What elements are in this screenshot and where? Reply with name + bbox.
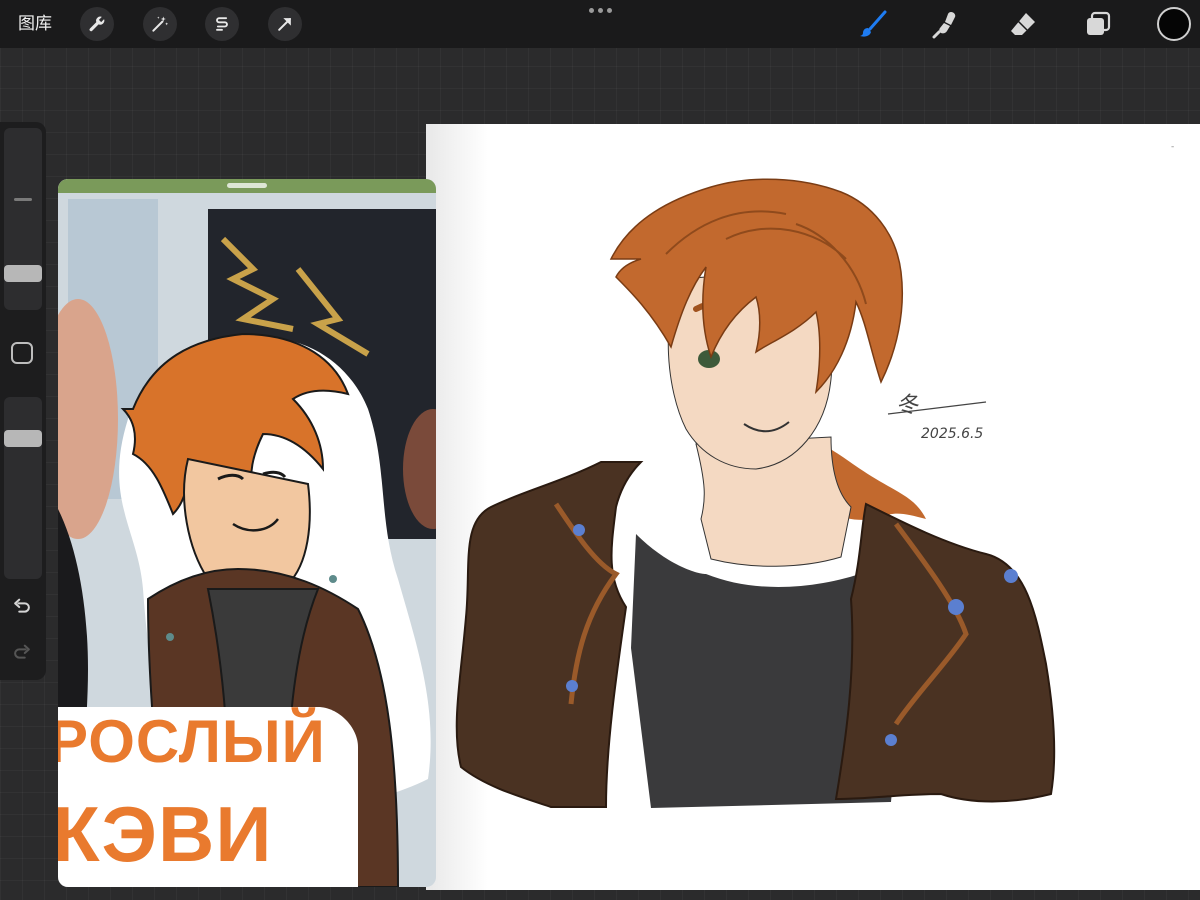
top-toolbar: 图库 xyxy=(0,0,1200,48)
undo-icon xyxy=(14,598,30,613)
brush-tool[interactable] xyxy=(855,6,891,42)
jacket-button xyxy=(1004,569,1018,583)
adjustments-button[interactable] xyxy=(143,7,177,41)
reference-image xyxy=(58,179,436,887)
reference-caption-line2: КЭВИ xyxy=(58,790,273,878)
brush-size-thumb[interactable] xyxy=(4,265,42,282)
selection-icon xyxy=(216,17,228,31)
left-sidebar xyxy=(0,122,46,680)
redo-icon xyxy=(14,644,30,659)
jacket-button xyxy=(573,524,585,536)
layers-tool[interactable] xyxy=(1080,6,1116,42)
magic-wand-icon xyxy=(152,16,169,32)
modify-button[interactable] xyxy=(11,342,33,364)
jacket-button xyxy=(566,680,578,692)
smudge-tool[interactable] xyxy=(928,6,964,42)
signature-text: 冬 xyxy=(896,393,919,418)
jacket-button xyxy=(885,734,897,746)
signature-date: 2025.6.5 xyxy=(921,426,983,442)
layers-icon xyxy=(1087,11,1111,35)
reference-drag-handle[interactable] xyxy=(227,183,267,188)
transform-button[interactable] xyxy=(268,7,302,41)
gallery-button[interactable]: 图库 xyxy=(18,12,52,36)
brush-size-slider[interactable] xyxy=(4,128,42,310)
actions-button[interactable] xyxy=(80,7,114,41)
smudge-icon xyxy=(932,12,956,39)
color-picker-swatch[interactable] xyxy=(1157,7,1191,41)
jacket-button xyxy=(948,599,964,615)
eraser-icon xyxy=(1011,13,1035,35)
drawing-canvas[interactable]: 冬 2025.6.5 - xyxy=(426,124,1200,890)
brush-icon xyxy=(860,10,887,37)
wrench-icon xyxy=(89,16,105,32)
canvas-artwork: 冬 2025.6.5 - xyxy=(426,124,1200,890)
canvas-stray-mark: - xyxy=(1171,142,1174,152)
redo-button[interactable] xyxy=(9,640,35,666)
opacity-slider[interactable] xyxy=(4,397,42,579)
transform-arrow-icon xyxy=(278,18,291,31)
reference-caption-line1: РОСЛЫЙ xyxy=(58,708,326,775)
eraser-tool[interactable] xyxy=(1005,6,1041,42)
size-marker xyxy=(14,198,32,201)
undo-button[interactable] xyxy=(9,594,35,620)
selection-button[interactable] xyxy=(205,7,239,41)
more-options-dots-icon[interactable] xyxy=(586,4,614,16)
reference-window[interactable]: РОСЛЫЙ КЭВИ xyxy=(58,179,436,887)
opacity-thumb[interactable] xyxy=(4,430,42,447)
